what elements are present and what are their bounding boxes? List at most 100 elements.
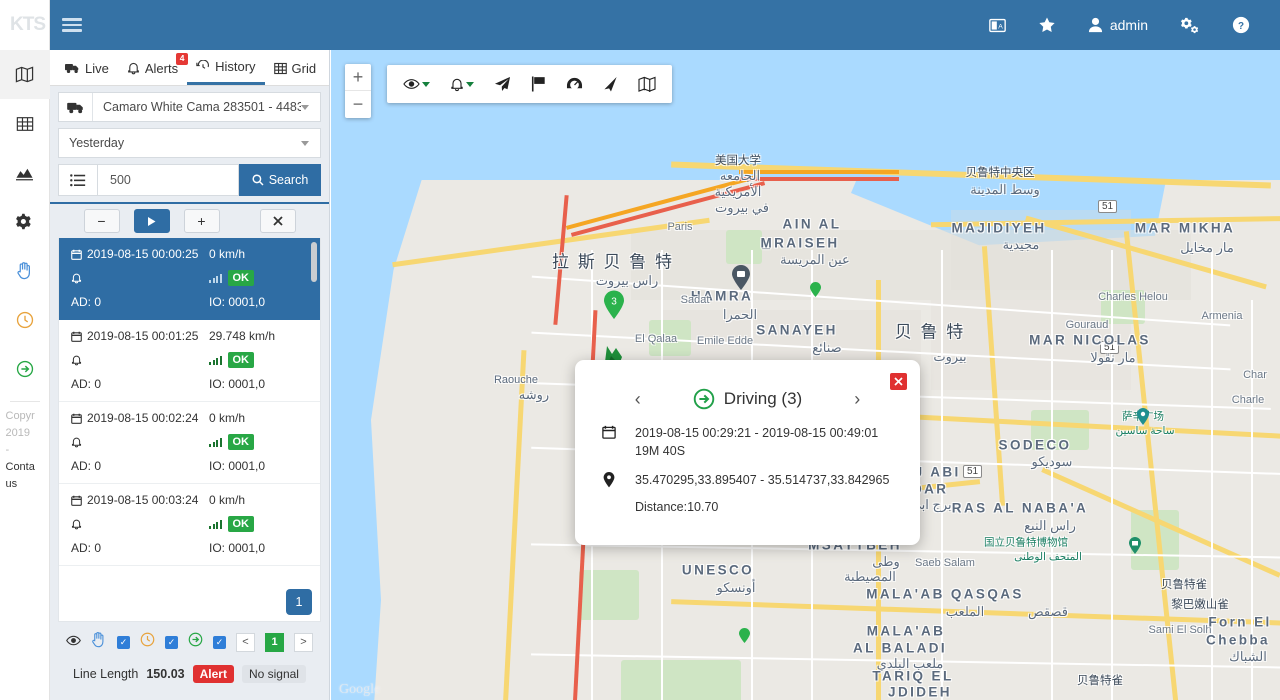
gears-icon[interactable] [1164,0,1216,50]
playback-speed-down-button[interactable]: − [83,209,120,233]
map-attribution: Google [339,682,381,697]
event-list-item[interactable]: 2019-08-15 00:02:24 0 km/h OK AD: 0 IO: … [59,402,320,484]
user-menu[interactable]: admin [1072,0,1164,50]
no-signal-tag[interactable]: No signal [241,665,306,683]
search-icon [252,174,264,186]
rail-divider [9,401,40,402]
zoom-in-button[interactable]: + [345,64,371,91]
popup-close-button[interactable] [890,373,907,390]
popup-next-button[interactable]: › [848,389,866,410]
rail-item-grid[interactable] [0,99,50,148]
line-length-label: Line Length [73,667,139,681]
history-panel: Live Alerts 4 History Grid Camaro White … [50,50,353,700]
event-list-item[interactable]: 2019-08-15 00:03:24 0 km/h OK AD: 0 IO: … [59,484,320,566]
rail-item-settings[interactable] [0,197,50,246]
event-datetime: 2019-08-15 00:01:25 [87,329,199,343]
tab-history[interactable]: History [187,51,265,85]
chevron-down-icon[interactable] [301,140,309,146]
bell-icon [71,519,82,530]
map-zoom-controls: + − [345,64,371,118]
filter-driving-checkbox[interactable]: ✓ [213,635,226,649]
left-icon-rail: Copyr 2019 - Conta us [0,50,50,700]
rail-item-driving[interactable] [0,344,50,393]
filter-driving-icon[interactable] [188,632,203,652]
event-list-item[interactable]: 2019-08-15 00:00:25 0 km/h OK AD: 0 IO: … [59,238,320,320]
event-list[interactable]: 2019-08-15 00:00:25 0 km/h OK AD: 0 IO: … [59,238,320,621]
pager-next-button[interactable]: > [294,632,313,652]
chevron-down-icon[interactable] [301,104,309,110]
signal-icon [209,519,222,529]
app-logo[interactable]: KTS [0,0,50,50]
map-marker-museum[interactable] [1128,537,1142,555]
popup-time-text: 2019-08-15 00:29:21 - 2019-08-15 00:49:0… [635,424,878,460]
flag-icon [531,76,545,92]
tab-grid[interactable]: Grid [265,51,326,85]
event-speed: 29.748 km/h [209,329,276,343]
period-select-value: Yesterday [69,136,125,150]
toolbar-speed-button[interactable] [558,65,591,103]
playback-close-button[interactable] [259,209,296,233]
status-badge: OK [227,434,254,450]
popup-coordinates: 35.470295,33.895407 - 35.514737,33.84296… [635,473,890,487]
chevron-down-icon[interactable] [422,81,430,87]
truck-icon [65,64,79,74]
rail-item-reports[interactable] [0,148,50,197]
tab-live[interactable]: Live [56,51,118,85]
filter-idle-icon[interactable] [140,632,155,652]
filter-stop-icon[interactable] [91,631,107,653]
toolbar-visibility-dropdown[interactable] [395,65,438,103]
star-icon[interactable] [1022,0,1072,50]
event-io: IO: 0001,0 [209,377,266,391]
map-canvas[interactable]: 3 51 51 51 MAJIDIYEH مجيدية MAR MIKHA ما… [331,50,1280,700]
rail-item-stop[interactable] [0,246,50,295]
paper-plane-icon [494,76,511,91]
copyright-line1: Copyr [5,410,35,422]
calendar-icon [71,413,82,424]
period-select[interactable]: Yesterday [58,128,321,158]
toolbar-maptype-button[interactable] [630,65,664,103]
rail-item-idle[interactable] [0,295,50,344]
list-icon[interactable] [58,164,98,196]
popup-title-group: Driving (3) [693,388,802,410]
map-marker-poi[interactable] [731,265,751,291]
map-marker-square[interactable] [1136,408,1150,426]
toolbar-geofence-button[interactable] [523,65,554,103]
playback-play-button[interactable] [133,209,170,233]
event-ad: AD: 0 [71,541,102,555]
limit-input[interactable]: 500 [98,164,239,196]
signal-icon [209,355,222,365]
contact-link-line1[interactable]: Conta [6,459,44,476]
top-navigation-bar: A admin ? [50,0,1280,50]
marker-label: 3 [611,297,617,308]
device-select[interactable]: Camaro White Cama 283501 - 4483034 [58,92,321,122]
zoom-out-button[interactable]: − [345,91,371,118]
alert-tag[interactable]: Alert [192,665,234,683]
speedometer-icon [566,77,583,90]
language-icon[interactable]: A [973,0,1022,50]
tab-alerts[interactable]: Alerts 4 [118,51,189,85]
toolbar-send-button[interactable] [486,65,519,103]
event-list-scrollbar[interactable] [311,242,317,282]
map-marker-driving[interactable]: 3 [603,290,625,320]
pager-current-page[interactable]: 1 [265,632,284,652]
eye-icon[interactable] [66,633,81,651]
toolbar-alerts-dropdown[interactable] [442,65,482,103]
pager-prev-button[interactable]: < [236,632,255,652]
filter-idle-checkbox[interactable]: ✓ [165,635,178,649]
map-marker-point[interactable] [809,282,822,298]
event-io: IO: 0001,0 [209,459,266,473]
list-page-badge[interactable]: 1 [286,589,312,615]
hamburger-menu-icon[interactable] [50,0,94,50]
help-icon[interactable]: ? [1216,0,1266,50]
map-marker-point[interactable] [738,628,751,644]
search-button[interactable]: Search [239,164,321,196]
chevron-down-icon[interactable] [466,81,474,87]
popup-prev-button[interactable]: ‹ [629,389,647,410]
playback-speed-up-button[interactable]: + [183,209,220,233]
toolbar-navigation-button[interactable] [595,65,626,103]
navigation-arrow-icon [604,76,617,92]
contact-link-line2[interactable]: us [6,476,44,493]
event-list-item[interactable]: 2019-08-15 00:01:25 29.748 km/h OK AD: 0… [59,320,320,402]
rail-item-map[interactable] [0,50,50,99]
filter-stop-checkbox[interactable]: ✓ [117,635,130,649]
